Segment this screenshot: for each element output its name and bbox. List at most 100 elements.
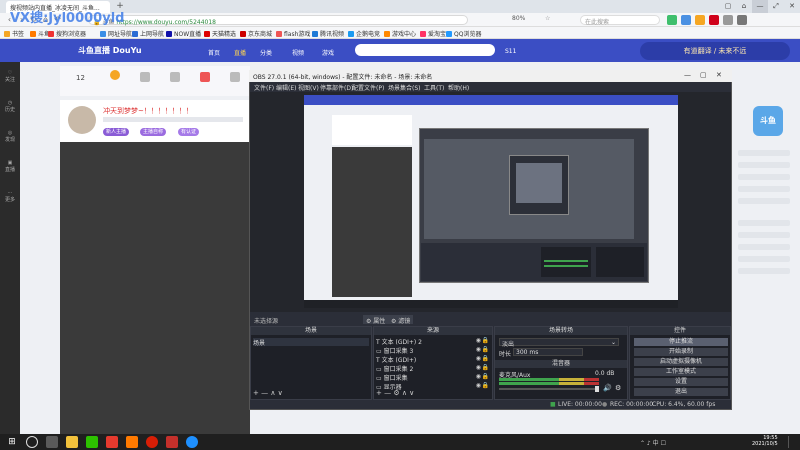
eye-icon[interactable]: ◉: [476, 382, 481, 389]
rail-item-discover[interactable]: ◎ 发现: [3, 130, 17, 152]
eye-icon[interactable]: ◉: [476, 346, 481, 353]
menu-tools[interactable]: 工具(T): [424, 83, 444, 92]
taskbar-clock[interactable]: 19:55 2021/10/5: [752, 435, 778, 447]
app-icon[interactable]: [106, 436, 118, 448]
nav-link-home[interactable]: 首页: [208, 48, 220, 57]
url-input[interactable]: 🔒 斗鱼 https://www.douyu.com/5244018: [88, 15, 468, 26]
gear-icon[interactable]: ⚙: [615, 384, 621, 392]
anchor-avatar[interactable]: [68, 106, 96, 134]
nav-link-live[interactable]: 直播: [234, 48, 246, 57]
filters-button[interactable]: ⚙ 滤镜: [388, 315, 414, 325]
menu-view[interactable]: 视图(V): [298, 83, 319, 92]
bookmark-item[interactable]: 企鹅电竞: [348, 29, 380, 38]
tools-icon[interactable]: [723, 15, 733, 25]
menu-icon[interactable]: [737, 15, 747, 25]
duration-input[interactable]: 300 ms: [513, 348, 583, 356]
file-explorer-icon[interactable]: [66, 436, 78, 448]
adblock-icon[interactable]: [709, 15, 719, 25]
bookmark-item[interactable]: 网址导航: [100, 29, 132, 38]
collapse-icon[interactable]: ▢: [720, 0, 736, 13]
source-item[interactable]: T 文本 (GDI+) 2 ◉ 🔒: [376, 337, 491, 346]
bookmark-item[interactable]: flash游戏: [276, 29, 310, 38]
tag-badge[interactable]: 新人主播: [103, 128, 130, 136]
obs-titlebar[interactable]: OBS 27.0.1 (64-bit, windows) - 配置文件: 未命名…: [249, 70, 732, 82]
nav-link-category[interactable]: 分类: [260, 48, 272, 57]
rail-item-follow[interactable]: ♡ 关注: [3, 70, 17, 92]
search-icon[interactable]: [26, 436, 38, 448]
lock-icon[interactable]: 🔒: [482, 337, 489, 344]
preview-canvas[interactable]: [304, 95, 678, 308]
eye-icon[interactable]: ◉: [476, 373, 481, 380]
netease-music-icon[interactable]: [146, 436, 158, 448]
account-icon[interactable]: [681, 15, 691, 25]
zoom-level[interactable]: 80%: [512, 15, 525, 22]
lock-icon[interactable]: 🔒: [482, 382, 489, 389]
bookmark-item[interactable]: 斗鱼: [30, 29, 50, 38]
speaker-icon[interactable]: 🔊: [603, 384, 612, 392]
nav-link-games[interactable]: 游戏: [322, 48, 334, 57]
lock-icon[interactable]: 🔒: [482, 373, 489, 380]
bookmark-item[interactable]: 书签: [4, 29, 24, 38]
downloads-icon[interactable]: [695, 15, 705, 25]
gift-icon[interactable]: [110, 70, 120, 80]
scene-list-controls[interactable]: + — ∧ ∨: [253, 389, 283, 397]
mascot-badge[interactable]: 斗鱼: [753, 106, 783, 136]
studio-mode-button[interactable]: 工作室模式: [634, 368, 728, 376]
nav-link-video[interactable]: 视频: [292, 48, 304, 57]
menu-edit[interactable]: 编辑(E): [276, 83, 296, 92]
home-icon[interactable]: ⌂: [736, 0, 752, 13]
maximize-button[interactable]: ⤢: [768, 0, 784, 13]
menu-profile[interactable]: 配置文件(P): [352, 83, 384, 92]
hot-icon[interactable]: [200, 72, 210, 82]
bookmark-item[interactable]: 搜狗浏览器: [48, 29, 86, 38]
close-button[interactable]: ✕: [784, 0, 800, 13]
menu-docks[interactable]: 停靠部件(D): [320, 83, 353, 92]
bookmark-star-icon[interactable]: ☆: [545, 15, 550, 22]
source-list-controls[interactable]: + — ⚙ ∧ ∨: [376, 389, 414, 397]
scene-item[interactable]: 场景: [253, 338, 369, 347]
nav-link-s11[interactable]: S11: [505, 48, 516, 55]
source-item[interactable]: ▭ 窗口采集 3 ◉ 🔒: [376, 346, 491, 355]
menu-help[interactable]: 帮助(H): [448, 83, 469, 92]
video-player[interactable]: [60, 142, 250, 434]
browser-search-input[interactable]: 在此搜索: [580, 15, 660, 26]
source-item[interactable]: T 文本 (GDI+) ◉ 🔒: [376, 355, 491, 364]
bookmark-item[interactable]: 腾讯视频: [312, 29, 344, 38]
obs-minimize-button[interactable]: —: [684, 71, 691, 79]
report-icon[interactable]: [170, 72, 180, 82]
eye-icon[interactable]: ◉: [476, 364, 481, 371]
bookmark-item[interactable]: 游戏中心: [384, 29, 416, 38]
task-view-icon[interactable]: [46, 436, 58, 448]
show-desktop-button[interactable]: [788, 436, 796, 448]
rail-item-more[interactable]: ⋯ 更多: [3, 190, 17, 212]
transition-type-select[interactable]: 淡出 ⌄: [499, 338, 619, 348]
properties-button[interactable]: ⚙ 属性: [363, 315, 389, 325]
eye-icon[interactable]: ◉: [476, 337, 481, 344]
tag-badge[interactable]: 主播自称: [140, 128, 167, 136]
lock-icon[interactable]: 🔒: [482, 346, 489, 353]
extension-icon[interactable]: [667, 15, 677, 25]
source-item[interactable]: ▭ 窗口采集 2 ◉ 🔒: [376, 364, 491, 373]
obs-maximize-button[interactable]: ▢: [700, 71, 707, 79]
bookmark-item[interactable]: 天猫精选: [204, 29, 236, 38]
menu-file[interactable]: 文件(F): [254, 83, 274, 92]
lock-icon[interactable]: 🔒: [482, 355, 489, 362]
fans-icon[interactable]: [230, 72, 240, 82]
minimize-button[interactable]: —: [752, 0, 768, 13]
obs-app-icon[interactable]: [166, 436, 178, 448]
browser-app-icon[interactable]: [186, 436, 198, 448]
douyu-app-icon[interactable]: [126, 436, 138, 448]
stop-streaming-button[interactable]: 停止推流: [634, 338, 728, 346]
volume-slider-track[interactable]: [499, 388, 599, 390]
eye-icon[interactable]: ◉: [476, 355, 481, 362]
rail-item-history[interactable]: ◷ 历史: [3, 100, 17, 122]
wechat-icon[interactable]: [86, 436, 98, 448]
bookmark-item[interactable]: QQ浏览器: [446, 29, 481, 38]
site-search-input[interactable]: [355, 44, 495, 56]
exit-button[interactable]: 退出: [634, 388, 728, 396]
start-icon[interactable]: ⊞: [6, 436, 18, 448]
lock-icon[interactable]: 🔒: [482, 364, 489, 371]
settings-button[interactable]: 设置: [634, 378, 728, 386]
bookmark-item[interactable]: 京东商城: [240, 29, 272, 38]
menu-scene-collection[interactable]: 场景集合(S): [388, 83, 421, 92]
